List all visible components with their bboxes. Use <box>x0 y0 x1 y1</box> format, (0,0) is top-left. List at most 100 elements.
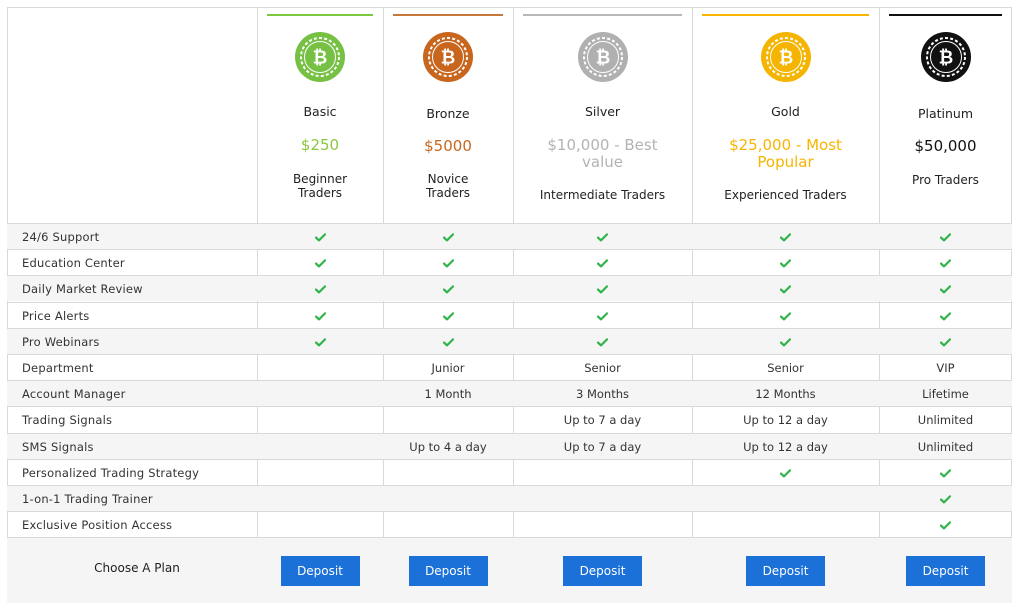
feature-label: SMS Signals <box>22 439 94 454</box>
check-icon <box>442 256 454 270</box>
feature-label: Pro Webinars <box>22 334 100 349</box>
feature-value: Up to 12 a day <box>743 439 828 454</box>
choose-plan-row: Choose A Plan Deposit Deposit Deposit Depos… <box>7 537 1012 603</box>
feature-row: Education Center <box>7 249 1012 275</box>
check-icon <box>314 256 326 270</box>
plan-name: Platinum <box>917 106 974 121</box>
check-icon <box>596 309 609 323</box>
check-icon <box>939 230 952 244</box>
check-cell <box>383 329 513 355</box>
plan-header-basic: ₿ Basic $250 Beginner Traders <box>257 7 383 223</box>
plan-name: Silver <box>584 104 621 119</box>
plan-price: $25,000 - Most Popular <box>729 136 842 171</box>
bitcoin-icon: ₿ <box>760 31 812 83</box>
check-cell <box>879 250 1012 276</box>
feature-value: 12 Months <box>755 387 816 402</box>
check-icon <box>779 335 792 349</box>
feature-row: Daily Market Review <box>7 275 1012 302</box>
plan-top-bar <box>267 14 373 16</box>
feature-value <box>257 434 383 460</box>
plan-audience: Pro Traders <box>912 173 979 187</box>
bitcoin-icon: ₿ <box>577 31 629 83</box>
feature-value <box>257 407 383 433</box>
feature-label: Exclusive Position Access <box>22 518 173 533</box>
feature-value: Unlimited <box>917 439 974 454</box>
feature-value: Senior <box>584 361 621 375</box>
feature-row: Account Manager 1 Month 3 Months 12 Months L… <box>7 380 1012 407</box>
svg-text:₿: ₿ <box>595 48 610 69</box>
deposit-button-basic[interactable]: Deposit <box>280 556 360 586</box>
plan-audience: Beginner Traders <box>292 172 348 200</box>
check-icon <box>314 230 326 244</box>
plan-top-bar <box>523 14 682 16</box>
plan-name: Bronze <box>426 106 470 121</box>
feature-row: 1-on-1 Trading Trainer <box>7 485 1012 511</box>
check-cell <box>879 224 1012 250</box>
plan-price: $50,000 <box>914 137 977 155</box>
check-icon <box>939 256 952 270</box>
plan-price: $250 <box>300 136 340 154</box>
feature-value: VIP <box>936 361 955 375</box>
check-icon <box>779 256 792 270</box>
feature-value <box>383 460 513 486</box>
check-cell <box>692 250 879 276</box>
feature-row: Exclusive Position Access <box>7 511 1012 537</box>
feature-row: Price Alerts <box>7 301 1012 329</box>
deposit-button-bronze[interactable]: Deposit <box>408 556 488 586</box>
feature-value: Up to 4 a day <box>409 439 487 454</box>
check-cell <box>692 303 879 329</box>
deposit-button-platinum[interactable]: Deposit <box>906 556 985 586</box>
check-icon <box>939 466 952 480</box>
feature-row: Pro Webinars <box>7 327 1012 355</box>
check-icon <box>779 309 792 323</box>
deposit-button-gold[interactable]: Deposit <box>746 556 825 586</box>
svg-text:₿: ₿ <box>313 48 328 69</box>
check-icon <box>779 230 792 244</box>
check-cell <box>257 224 383 250</box>
check-icon <box>596 335 609 349</box>
check-cell <box>383 250 513 276</box>
check-icon <box>596 256 609 270</box>
check-cell <box>879 276 1012 302</box>
feature-label: 1-on-1 Trading Trainer <box>22 492 153 506</box>
check-icon <box>314 335 326 349</box>
check-cell <box>692 224 879 250</box>
check-cell <box>513 250 692 276</box>
check-icon <box>939 518 952 532</box>
plan-header-gold: ₿ Gold $25,000 - Most Popular Experienced … <box>692 7 879 223</box>
check-cell <box>879 512 1012 538</box>
feature-row: Department Junior Senior Senior VIP <box>7 354 1012 380</box>
check-cell <box>257 250 383 276</box>
plan-top-bar <box>702 14 869 16</box>
feature-label: Trading Signals <box>22 413 113 428</box>
plan-audience: Novice Traders <box>425 172 471 200</box>
check-cell <box>692 276 879 302</box>
check-cell <box>383 303 513 329</box>
plan-audience: Intermediate Traders <box>539 188 666 202</box>
plan-top-bar <box>889 14 1002 16</box>
check-icon <box>779 466 792 480</box>
feature-value <box>513 486 692 512</box>
deposit-button-silver[interactable]: Deposit <box>563 556 642 586</box>
plan-name: Gold <box>771 104 800 119</box>
feature-value: Up to 7 a day <box>563 439 642 454</box>
feature-value <box>257 355 383 381</box>
check-cell <box>257 329 383 355</box>
feature-value <box>257 460 383 486</box>
check-icon <box>939 492 952 506</box>
bitcoin-icon: ₿ <box>920 31 972 83</box>
feature-value: Lifetime <box>922 387 969 402</box>
feature-value <box>513 460 692 486</box>
feature-row: Personalized Trading Strategy <box>7 458 1012 486</box>
check-icon <box>779 282 792 296</box>
check-cell <box>879 460 1012 486</box>
check-cell <box>879 329 1012 355</box>
svg-text:₿: ₿ <box>441 48 456 69</box>
feature-label: Personalized Trading Strategy <box>22 465 200 480</box>
svg-text:₿: ₿ <box>778 48 793 69</box>
check-cell <box>513 303 692 329</box>
feature-value: Up to 12 a day <box>743 413 828 428</box>
feature-row: 24/6 Support <box>7 223 1012 249</box>
plan-header-platinum: ₿ Platinum $50,000 Pro Traders <box>879 7 1012 223</box>
plan-price: $5000 <box>424 137 472 155</box>
